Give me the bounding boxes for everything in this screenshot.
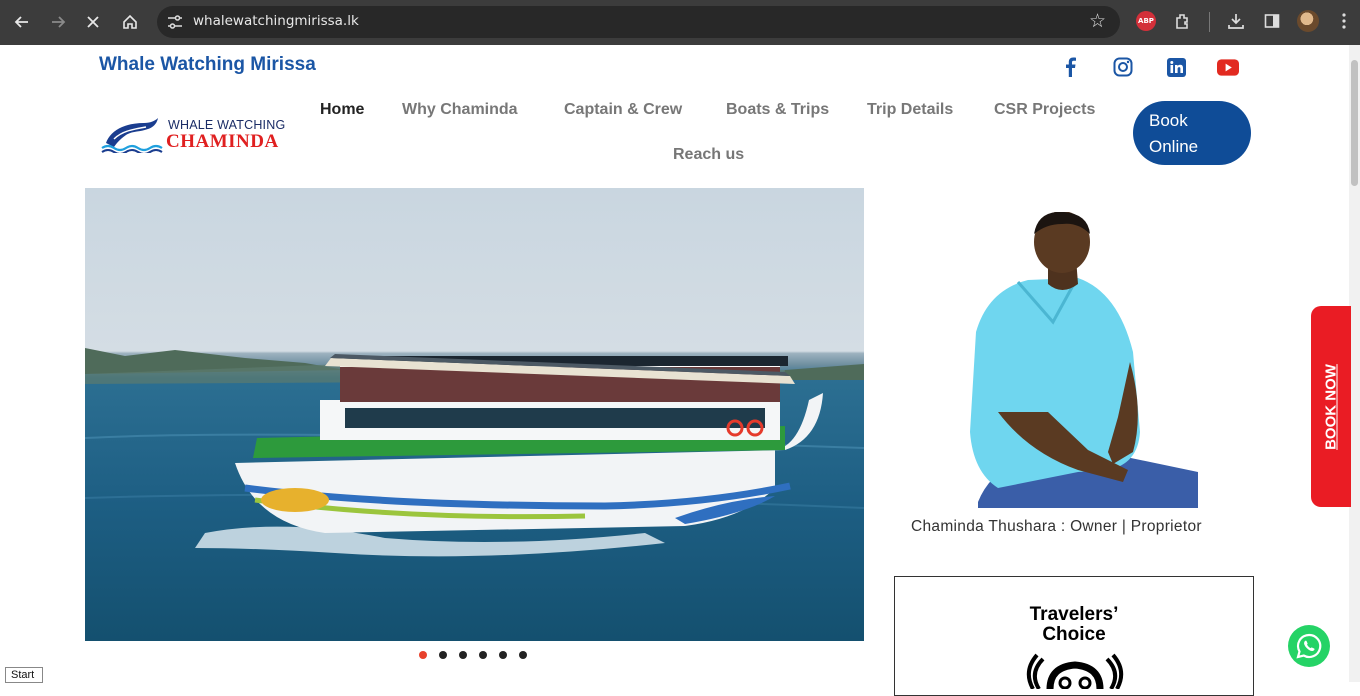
youtube-icon[interactable] xyxy=(1217,56,1239,78)
owner-photo xyxy=(958,211,1198,508)
url-text[interactable]: whalewatchingmirissa.lk xyxy=(193,13,359,29)
laurel-owl-icon xyxy=(1026,653,1124,689)
whatsapp-icon[interactable] xyxy=(1288,625,1330,667)
home-icon[interactable] xyxy=(116,8,144,36)
site-info-icon[interactable] xyxy=(165,12,185,32)
travelers-choice-title: Travelers’ Choice xyxy=(895,605,1253,645)
book-online-label-2: Online xyxy=(1149,137,1199,156)
profile-avatar[interactable] xyxy=(1297,10,1319,32)
travelers-choice-line2: Choice xyxy=(1042,624,1106,645)
logo-text-line2: CHAMINDA xyxy=(166,131,279,152)
nav-reach-us[interactable]: Reach us xyxy=(673,146,744,164)
book-online-button[interactable]: Book Online xyxy=(1133,101,1251,165)
instagram-icon[interactable] xyxy=(1112,56,1134,78)
browser-toolbar: whalewatchingmirissa.lk ☆ ABP xyxy=(0,0,1360,45)
slide-dot-4[interactable] xyxy=(479,651,487,659)
site-brand-title[interactable]: Whale Watching Mirissa xyxy=(99,54,316,76)
slide-dot-6[interactable] xyxy=(519,651,527,659)
nav-csr-projects[interactable]: CSR Projects xyxy=(994,101,1095,119)
book-now-side-tab[interactable]: BOOK NOW xyxy=(1311,306,1351,507)
stop-loading-icon[interactable] xyxy=(79,8,107,36)
slider-dots xyxy=(419,651,527,659)
adblock-plus-icon[interactable]: ABP xyxy=(1136,11,1156,31)
boat-illustration xyxy=(85,348,864,557)
travelers-choice-badge[interactable]: Travelers’ Choice xyxy=(894,576,1254,696)
download-icon[interactable] xyxy=(1224,9,1248,33)
slide-dot-3[interactable] xyxy=(459,651,467,659)
nav-home[interactable]: Home xyxy=(320,101,364,119)
extensions-icon[interactable] xyxy=(1171,9,1195,33)
slide-dot-5[interactable] xyxy=(499,651,507,659)
site-logo[interactable]: WHALE WATCHING CHAMINDA xyxy=(100,115,300,155)
book-online-label-1: Book xyxy=(1149,111,1188,130)
nav-boats-trips[interactable]: Boats & Trips xyxy=(726,101,829,119)
linkedin-icon[interactable] xyxy=(1165,56,1187,78)
forward-icon[interactable] xyxy=(44,8,72,36)
owner-caption: Chaminda Thushara : Owner | Proprietor xyxy=(911,518,1202,535)
hero-slider-image xyxy=(85,188,864,641)
slide-dot-1[interactable] xyxy=(419,651,427,659)
toolbar-divider xyxy=(1209,12,1210,32)
facebook-icon[interactable] xyxy=(1059,56,1081,78)
nav-trip-details[interactable]: Trip Details xyxy=(867,101,953,119)
back-icon[interactable] xyxy=(8,8,36,36)
slide-dot-2[interactable] xyxy=(439,651,447,659)
nav-captain-crew[interactable]: Captain & Crew xyxy=(564,101,682,119)
address-bar[interactable]: whalewatchingmirissa.lk ☆ xyxy=(157,6,1120,38)
travelers-choice-line1: Travelers’ xyxy=(1029,604,1119,625)
bookmark-star-icon[interactable]: ☆ xyxy=(1089,10,1106,32)
book-now-label: BOOK NOW xyxy=(1322,363,1340,450)
nav-why-chaminda[interactable]: Why Chaminda xyxy=(402,101,518,119)
whale-logo-icon xyxy=(101,118,163,153)
more-menu-icon[interactable] xyxy=(1334,9,1354,33)
start-button[interactable]: Start xyxy=(5,667,43,683)
scrollbar-thumb[interactable] xyxy=(1351,60,1358,186)
side-panel-icon[interactable] xyxy=(1260,9,1284,33)
logo-text-line1: WHALE WATCHING xyxy=(168,118,286,132)
